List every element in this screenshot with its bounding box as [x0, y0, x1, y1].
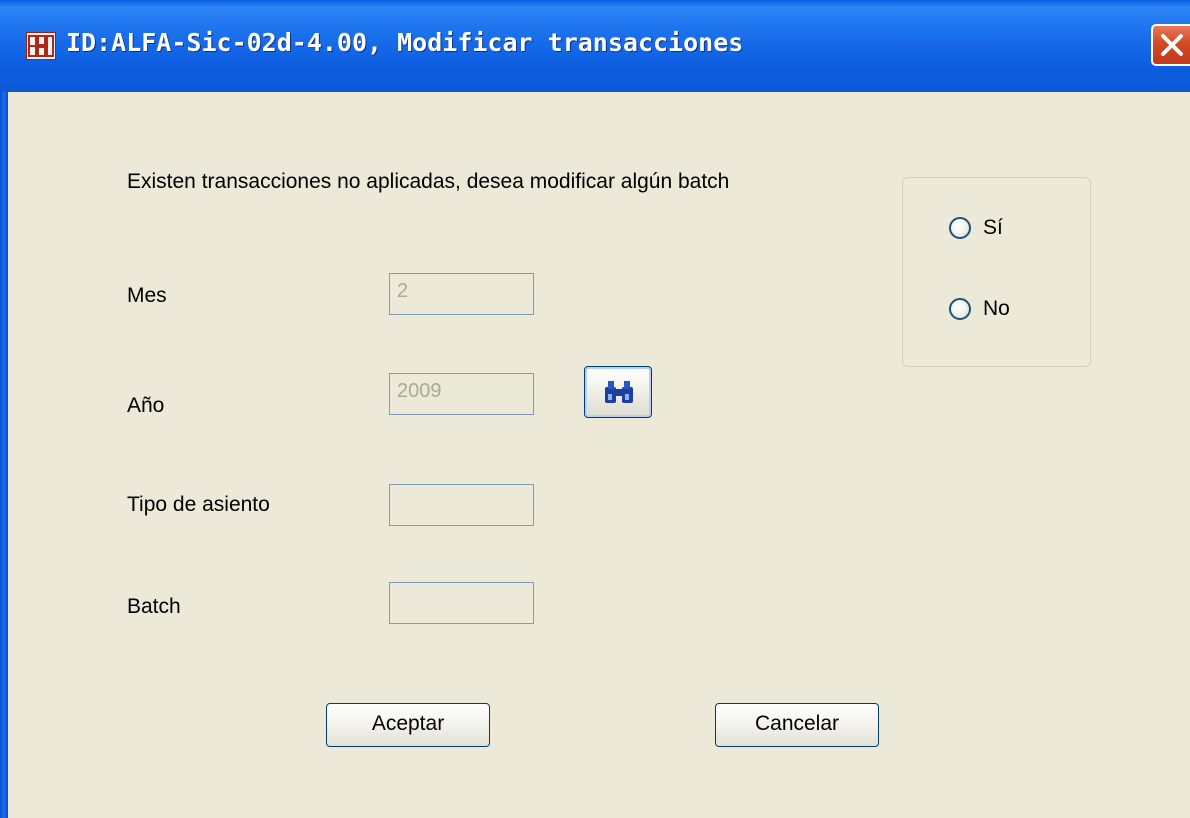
- tipo-asiento-field[interactable]: [389, 484, 534, 526]
- binoculars-icon: [605, 381, 633, 403]
- dialog-window: ID:ALFA-Sic-02d-4.00, Modificar transacc…: [0, 0, 1190, 818]
- anio-field[interactable]: 2009: [389, 373, 534, 415]
- anio-label: Año: [127, 394, 165, 417]
- radio-si-label[interactable]: Sí: [983, 216, 1003, 240]
- title-bar[interactable]: ID:ALFA-Sic-02d-4.00, Modificar transacc…: [0, 0, 1190, 92]
- close-button[interactable]: [1151, 24, 1190, 66]
- mes-label: Mes: [127, 284, 167, 307]
- options-group: Sí No: [902, 177, 1091, 367]
- radio-no-label[interactable]: No: [983, 297, 1010, 321]
- app-logo-icon[interactable]: [26, 32, 56, 60]
- cancel-button[interactable]: Cancelar: [715, 703, 879, 747]
- window-left-border: [0, 92, 8, 818]
- close-icon: [1161, 34, 1183, 56]
- radio-si[interactable]: [949, 217, 971, 239]
- search-button[interactable]: [584, 366, 652, 418]
- tipo-label: Tipo de asiento: [127, 493, 270, 516]
- prompt-text: Existen transacciones no aplicadas, dese…: [127, 170, 730, 193]
- window-title: ID:ALFA-Sic-02d-4.00, Modificar transacc…: [66, 28, 744, 57]
- batch-field[interactable]: [389, 582, 534, 624]
- batch-label: Batch: [127, 595, 181, 618]
- mes-field[interactable]: 2: [389, 273, 534, 315]
- radio-no[interactable]: [949, 298, 971, 320]
- accept-button[interactable]: Aceptar: [326, 703, 490, 747]
